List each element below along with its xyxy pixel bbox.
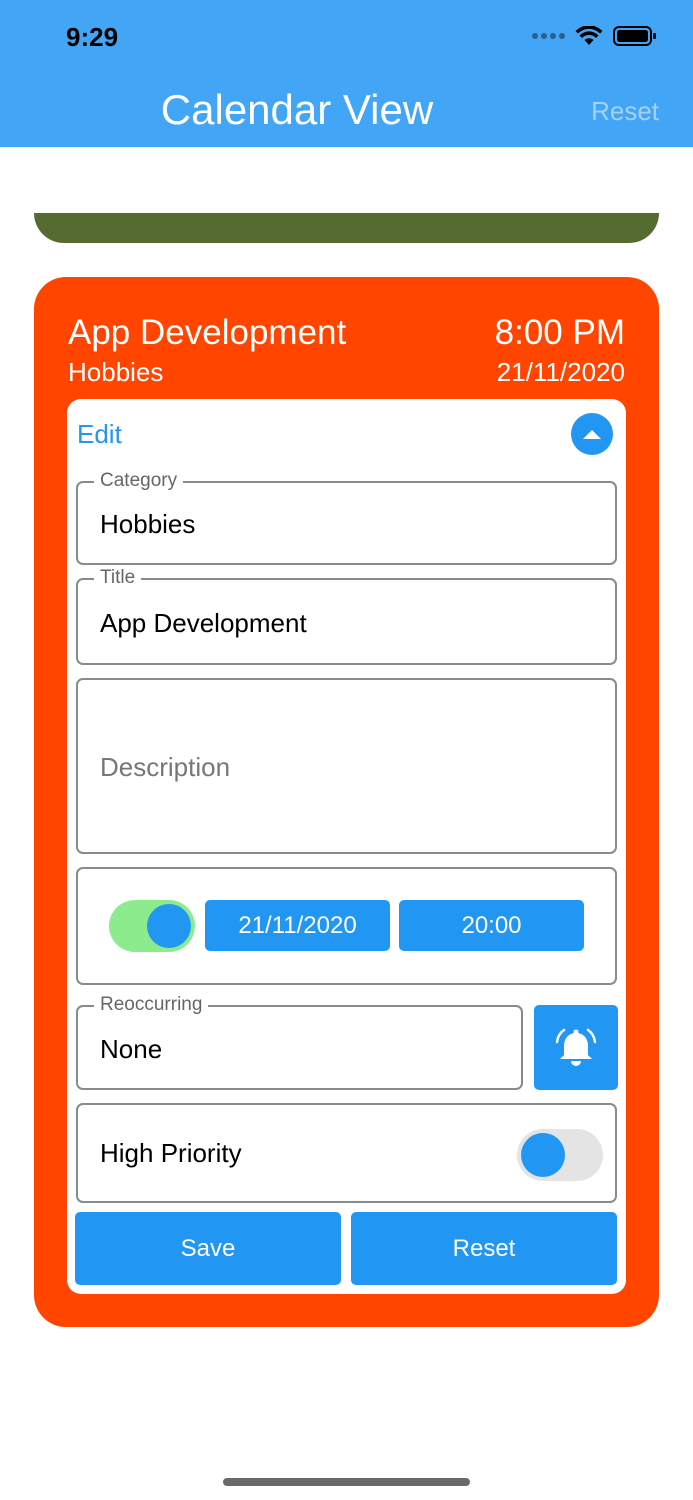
page-title: Calendar View [160, 86, 434, 133]
app-bar: 9:29 Calendar View Reset [0, 0, 693, 147]
title-legend: Title [94, 567, 142, 589]
category-legend: Category [94, 470, 184, 492]
nav-reset-button[interactable]: Reset [591, 96, 659, 127]
reoccurring-value: None [100, 1034, 163, 1064]
priority-toggle[interactable] [517, 1129, 603, 1181]
title-field[interactable]: Title App Development [76, 567, 617, 665]
schedule-toggle-knob [147, 904, 191, 948]
edit-panel: Edit Category Hobbies Title App Developm… [67, 399, 626, 1294]
battery-icon [613, 26, 656, 46]
event-category: Hobbies [68, 357, 164, 387]
title-value: App Development [100, 608, 307, 638]
reoccurring-legend: Reoccurring [94, 994, 209, 1016]
priority-toggle-knob [521, 1133, 565, 1177]
priority-label: High Priority [100, 1138, 242, 1168]
previous-event-card[interactable] [34, 213, 659, 243]
edit-label: Edit [77, 419, 122, 449]
schedule-toggle[interactable] [109, 900, 195, 952]
signal-icon [532, 33, 565, 39]
description-placeholder: Description [100, 752, 231, 782]
chevron-up-icon [583, 430, 601, 439]
event-card: App Development Hobbies 8:00 PM 21/11/20… [34, 277, 659, 1327]
description-field[interactable]: Description [76, 678, 617, 854]
event-title: App Development [68, 313, 347, 352]
wifi-icon [575, 26, 603, 45]
reset-button[interactable]: Reset [351, 1212, 617, 1285]
event-date: 21/11/2020 [496, 357, 625, 387]
save-button[interactable]: Save [75, 1212, 341, 1285]
time-picker-button[interactable]: 20:00 [399, 900, 584, 951]
priority-field: High Priority [76, 1103, 617, 1203]
collapse-button[interactable] [571, 413, 613, 455]
reoccurring-field[interactable]: Reoccurring None [76, 994, 523, 1090]
alarm-bell-icon [555, 1028, 597, 1066]
home-indicator[interactable] [223, 1478, 470, 1486]
event-time: 8:00 PM [494, 313, 625, 352]
alarm-button[interactable] [534, 1005, 618, 1090]
category-value: Hobbies [100, 509, 196, 539]
category-field[interactable]: Category Hobbies [76, 470, 617, 565]
schedule-field: 21/11/2020 20:00 [76, 867, 617, 985]
date-picker-button[interactable]: 21/11/2020 [205, 900, 390, 951]
status-icons [532, 26, 657, 46]
status-time: 9:29 [66, 22, 119, 52]
